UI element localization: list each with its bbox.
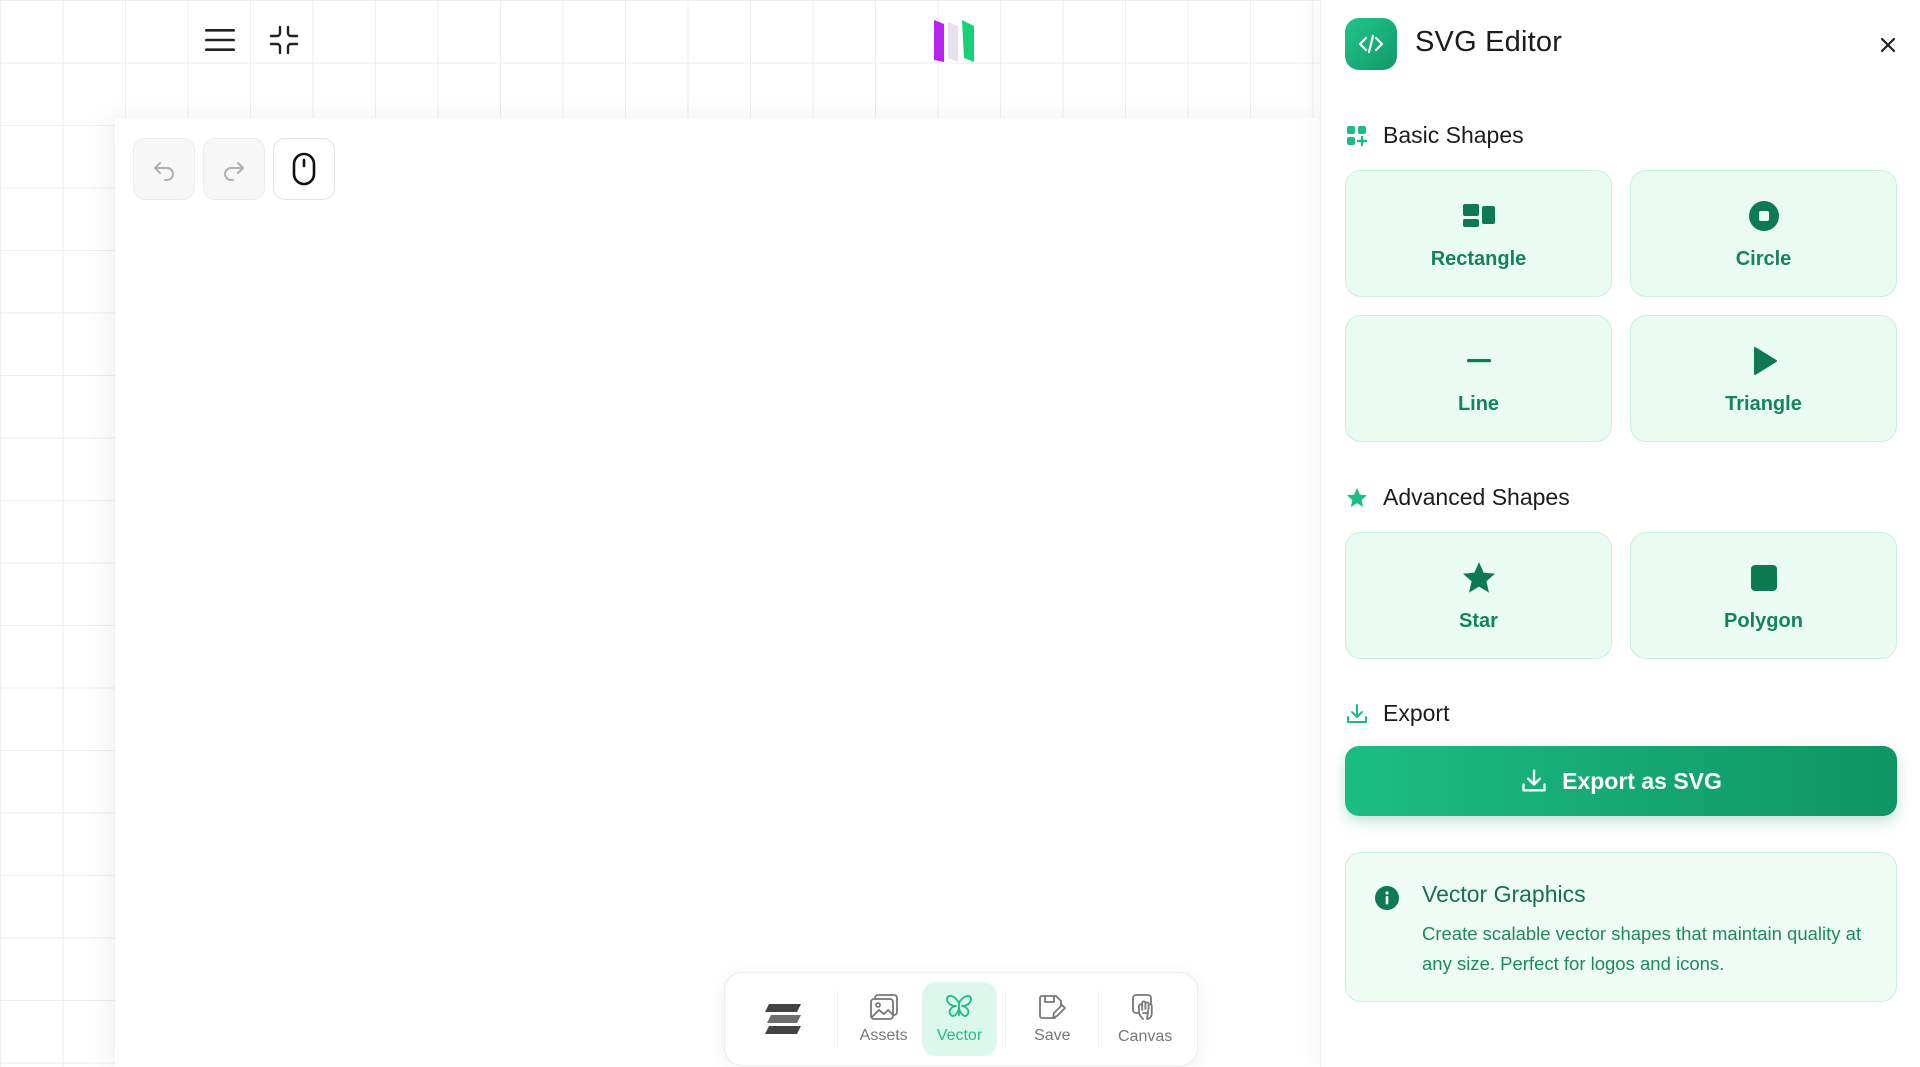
star-icon — [1345, 486, 1369, 510]
export-title: Export — [1383, 700, 1450, 726]
advanced-shapes-grid: Star Polygon — [1345, 532, 1897, 659]
triangle-icon — [1744, 341, 1784, 381]
export-svg-button[interactable]: Export as SVG — [1345, 746, 1897, 816]
shape-polygon-button[interactable]: Polygon — [1630, 532, 1897, 659]
shape-label: Line — [1457, 393, 1500, 415]
shape-line-button[interactable]: Line — [1345, 315, 1612, 442]
shape-label: Polygon — [1724, 610, 1803, 632]
image-icon — [869, 994, 898, 1020]
star-icon — [1459, 558, 1499, 598]
circle-icon — [1744, 196, 1784, 236]
dock-item-layers[interactable] — [739, 982, 829, 1056]
redo-button[interactable] — [203, 138, 265, 200]
shape-circle-button[interactable]: Circle — [1630, 170, 1897, 297]
advanced-shapes-heading: Advanced Shapes — [1345, 484, 1570, 511]
basic-shapes-grid: Rectangle Circle Line Triangle — [1345, 170, 1897, 442]
shape-star-button[interactable]: Star — [1345, 532, 1612, 659]
hand-icon — [1132, 994, 1153, 1020]
collapse-icon — [269, 25, 299, 55]
grid-plus-icon — [1345, 124, 1369, 148]
panel-title: SVG Editor — [1415, 26, 1563, 58]
undo-icon — [154, 162, 174, 181]
info-title: Vector Graphics — [1422, 881, 1586, 907]
dock-item-vector[interactable]: Vector — [921, 982, 998, 1056]
mouse-icon — [292, 152, 316, 186]
bottom-dock: Assets Vector Save Canvas — [724, 972, 1198, 1066]
canvas-toolbar — [133, 138, 335, 200]
butterfly-icon — [946, 995, 973, 1017]
app-root: Assets Vector Save Canvas SVG Editor Bas… — [0, 0, 1920, 1067]
code-icon — [1345, 18, 1397, 70]
redo-icon — [224, 162, 244, 181]
shape-label: Circle — [1735, 248, 1792, 270]
info-icon — [1375, 886, 1399, 910]
close-icon — [1880, 37, 1896, 53]
close-button[interactable] — [1873, 30, 1903, 60]
dock-item-assets[interactable]: Assets — [846, 982, 922, 1056]
shape-label: Star — [1459, 610, 1498, 632]
basic-shapes-title: Basic Shapes — [1383, 122, 1524, 148]
top-bar — [0, 0, 1320, 118]
undo-button[interactable] — [133, 138, 195, 200]
svg-editor-panel: SVG Editor Basic Shapes Rectangle Circle… — [1320, 0, 1920, 1067]
dock-label-vector: Vector — [936, 1027, 983, 1044]
dock-separator — [1005, 991, 1007, 1047]
stack-logo-icon — [764, 1004, 801, 1034]
export-button-label: Export as SVG — [1562, 767, 1722, 794]
panel-header: SVG Editor — [1345, 18, 1897, 70]
dock-label-canvas: Canvas — [1117, 1028, 1173, 1045]
shape-label: Triangle — [1725, 393, 1802, 415]
hamburger-menu-icon — [205, 29, 235, 51]
dock-label-save: Save — [1034, 1027, 1071, 1044]
dock-separator — [1098, 991, 1100, 1047]
app-logo[interactable] — [930, 16, 980, 66]
shape-triangle-button[interactable]: Triangle — [1630, 315, 1897, 442]
mouse-mode-button[interactable] — [273, 138, 335, 200]
advanced-shapes-title: Advanced Shapes — [1383, 484, 1570, 510]
rectangle-icon — [1459, 196, 1499, 236]
download-icon — [1522, 769, 1546, 792]
dock-item-save[interactable]: Save — [1014, 982, 1090, 1056]
info-card: Vector Graphics Create scalable vector s… — [1345, 852, 1897, 1002]
export-heading: Export — [1345, 700, 1449, 727]
save-icon — [1039, 995, 1067, 1019]
line-icon — [1459, 341, 1499, 381]
collapse-button[interactable] — [262, 18, 306, 62]
polygon-icon — [1744, 558, 1784, 598]
dock-label-assets: Assets — [859, 1027, 908, 1044]
dock-separator — [836, 991, 838, 1047]
menu-button[interactable] — [196, 18, 244, 62]
download-icon — [1345, 702, 1369, 726]
drawing-canvas[interactable] — [115, 118, 1325, 1067]
basic-shapes-heading: Basic Shapes — [1345, 122, 1524, 149]
dock-item-canvas[interactable]: Canvas — [1107, 982, 1183, 1056]
shape-label: Rectangle — [1430, 248, 1527, 270]
info-text: Create scalable vector shapes that maint… — [1422, 923, 1862, 974]
shape-rectangle-button[interactable]: Rectangle — [1345, 170, 1612, 297]
